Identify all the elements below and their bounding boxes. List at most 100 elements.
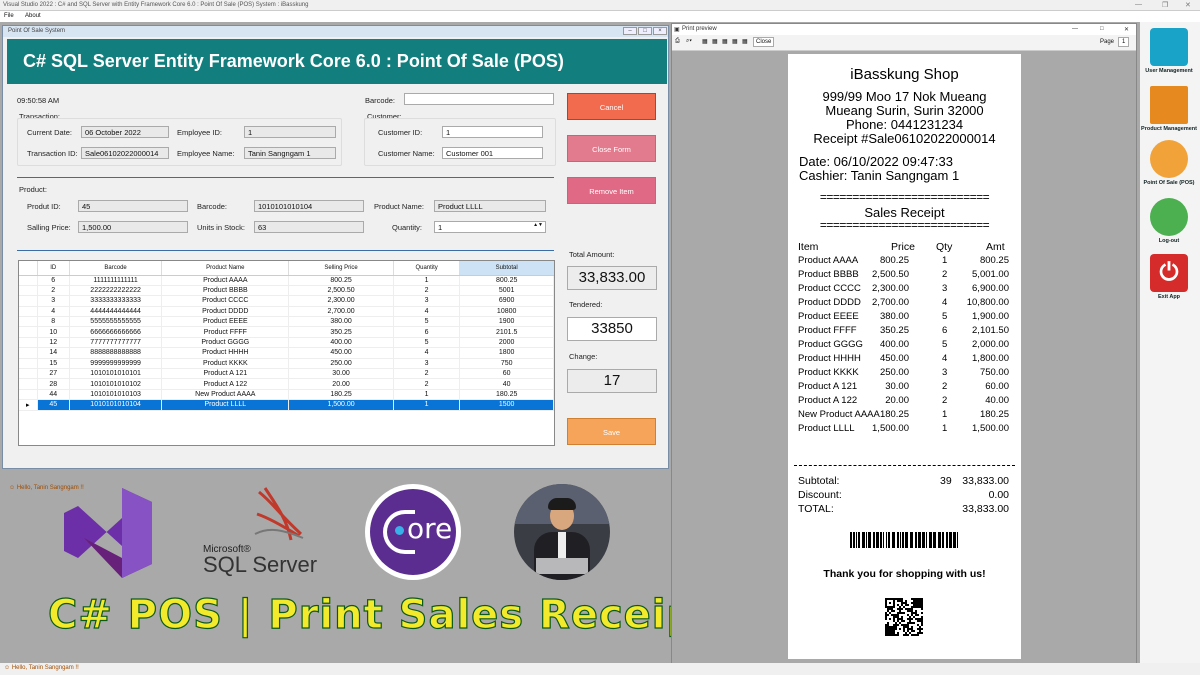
smile-status-icon: ☺ (4, 665, 11, 671)
tendered-input[interactable]: 33850 (567, 317, 657, 341)
preview-close-icon[interactable]: ✕ (1124, 26, 1129, 33)
grid-col-id[interactable]: ID (37, 261, 70, 276)
table-row[interactable]: 10 6666666666666 Product FFFF 350.25 6 2101.5 (19, 326, 554, 338)
grid-col-subtotal[interactable]: Subtotal (459, 261, 554, 276)
receipt-item-amount: 1,500.00 (972, 423, 1009, 434)
cell-quantity: 1 (393, 389, 461, 401)
restore-icon[interactable]: ❐ (1162, 1, 1168, 9)
table-row[interactable]: 8 5555555555555 Product EEEE 380.00 5 1900 (19, 316, 554, 328)
receipt-item-qty: 5 (942, 339, 948, 350)
cell-quantity: 3 (393, 358, 461, 370)
cart-grid[interactable]: ID Barcode Product Name Selling Price Qu… (18, 260, 555, 446)
barcode-input[interactable] (404, 93, 554, 105)
row-selector[interactable] (19, 306, 38, 318)
preview-restore-icon[interactable]: □ (1100, 26, 1104, 32)
product-barcode-field: 1010101010104 (254, 200, 364, 212)
receipt-rule-bottom: ========================== (819, 218, 990, 232)
table-row[interactable]: 14 8888888888888 Product HHHH 450.00 4 1800 (19, 347, 554, 359)
remove-item-button[interactable]: Remove Item (567, 177, 656, 204)
exit-app-button[interactable]: ⏻ Exit App (1140, 254, 1198, 300)
menu-file[interactable]: File (4, 13, 14, 19)
row-selector[interactable] (19, 337, 38, 349)
cell-product-name: Product A 121 (161, 368, 290, 380)
barcode-label: Barcode: (365, 96, 396, 105)
receipt-col-amt: Amt (986, 241, 1005, 253)
product-management-button[interactable]: Product Management (1140, 86, 1198, 132)
zoom-icon[interactable]: ⌕▾ (686, 38, 692, 45)
two-pages-icon[interactable]: ▦ (712, 38, 718, 45)
close-icon[interactable]: ✕ (1185, 1, 1191, 9)
table-row[interactable]: 28 1010101010102 Product A 122 20.00 2 40 (19, 378, 554, 390)
stepper-arrows-icon[interactable]: ▲▼ (533, 222, 543, 228)
cell-barcode: 1010101010104 (69, 399, 163, 411)
print-icon[interactable]: ⎙ (675, 38, 680, 45)
preview-minimize-icon[interactable]: — (1072, 26, 1078, 32)
product-management-label: Product Management (1141, 126, 1197, 132)
cell-subtotal: 5001 (459, 285, 554, 297)
table-row[interactable]: 12 7777777777777 Product GGGG 400.00 5 2000 (19, 337, 554, 349)
menu-bar: File About (0, 11, 1200, 22)
cell-barcode: 7777777777777 (69, 337, 163, 349)
table-row[interactable]: 27 1010101010101 Product A 121 30.00 2 60 (19, 368, 554, 380)
receipt-barcode-icon (850, 532, 958, 548)
six-pages-icon[interactable]: ▦ (742, 38, 748, 45)
core-text: ore (407, 512, 453, 545)
row-selector[interactable] (19, 358, 38, 370)
row-selector[interactable] (19, 326, 38, 338)
product-management-icon (1150, 86, 1188, 124)
row-selector[interactable]: ▸ (19, 399, 38, 411)
row-selector[interactable] (19, 378, 38, 390)
grid-col-selling-price[interactable]: Selling Price (288, 261, 394, 276)
receipt-item-name: Product HHHH (798, 353, 861, 364)
product-group-label: Product: (19, 185, 47, 194)
table-row[interactable]: 4 4444444444444 Product DDDD 2,700.00 4 10800 (19, 306, 554, 318)
grid-col-barcode[interactable]: Barcode (69, 261, 163, 276)
row-selector[interactable] (19, 295, 38, 307)
selling-price-field: 1,500.00 (78, 221, 188, 233)
customer-name-field[interactable]: Customer 001 (442, 147, 543, 159)
minimize-icon[interactable]: — (1135, 1, 1142, 8)
divider-1 (17, 177, 554, 178)
four-pages-icon[interactable]: ▦ (732, 38, 738, 45)
cancel-button[interactable]: Cancel (567, 93, 656, 120)
preview-close-button[interactable]: Close (753, 37, 775, 47)
pos-maximize-icon[interactable]: □ (638, 27, 652, 35)
quantity-stepper[interactable]: 1 ▲▼ (434, 221, 546, 233)
save-button[interactable]: Save (567, 418, 656, 445)
table-row[interactable]: 44 1010101010103 New Product AAAA 180.25 1 18… (19, 389, 554, 401)
pos-minimize-icon[interactable]: – (623, 27, 637, 35)
row-selector[interactable] (19, 275, 38, 286)
cell-quantity: 6 (393, 326, 461, 338)
logout-button[interactable]: Log-out (1140, 198, 1198, 244)
row-selector[interactable] (19, 368, 38, 380)
point-of-sale-button[interactable]: Point Of Sale (POS) (1140, 140, 1198, 186)
table-row[interactable]: ▸ 45 1010101010104 Product LLLL 1,500.00 1 150… (19, 399, 554, 411)
menu-about[interactable]: About (25, 13, 41, 19)
row-selector[interactable] (19, 316, 38, 328)
table-row[interactable]: 3 3333333333333 Product CCCC 2,300.00 3 6900 (19, 295, 554, 307)
row-selector[interactable] (19, 347, 38, 359)
customer-id-field[interactable]: 1 (442, 126, 543, 138)
cell-selling-price: 20.00 (288, 378, 394, 390)
table-row[interactable]: 6 1111111111111 Product AAAA 800.25 1 800.25 (19, 275, 554, 286)
receipt-item-price: 800.25 (879, 255, 909, 266)
visual-studio-logo (64, 488, 152, 578)
row-selector[interactable] (19, 389, 38, 401)
product-barcode-label: Barcode: (197, 202, 228, 211)
cell-quantity: 5 (393, 316, 461, 328)
app-status-bar: ☺ Hello, Tanin Sangngam !! (0, 663, 1200, 675)
close-form-button[interactable]: Close Form (567, 135, 656, 162)
page-number-stepper[interactable]: 1 (1118, 37, 1130, 47)
page-label: Page (1100, 39, 1115, 45)
grid-col-product-name[interactable]: Product Name (161, 261, 290, 276)
cell-barcode: 5555555555555 (69, 316, 163, 328)
user-management-button[interactable]: User Management (1140, 28, 1198, 74)
three-pages-icon[interactable]: ▦ (722, 38, 728, 45)
table-row[interactable]: 15 9999999999999 Product KKKK 250.00 3 750 (19, 358, 554, 370)
receipt-item-name: Product DDDD (798, 297, 861, 308)
one-page-icon[interactable]: ▦ (702, 38, 708, 45)
grid-col-quantity[interactable]: Quantity (393, 261, 461, 276)
row-selector[interactable] (19, 285, 38, 297)
table-row[interactable]: 2 2222222222222 Product BBBB 2,500.50 2 5001 (19, 285, 554, 297)
pos-close-icon[interactable]: × (653, 27, 667, 35)
